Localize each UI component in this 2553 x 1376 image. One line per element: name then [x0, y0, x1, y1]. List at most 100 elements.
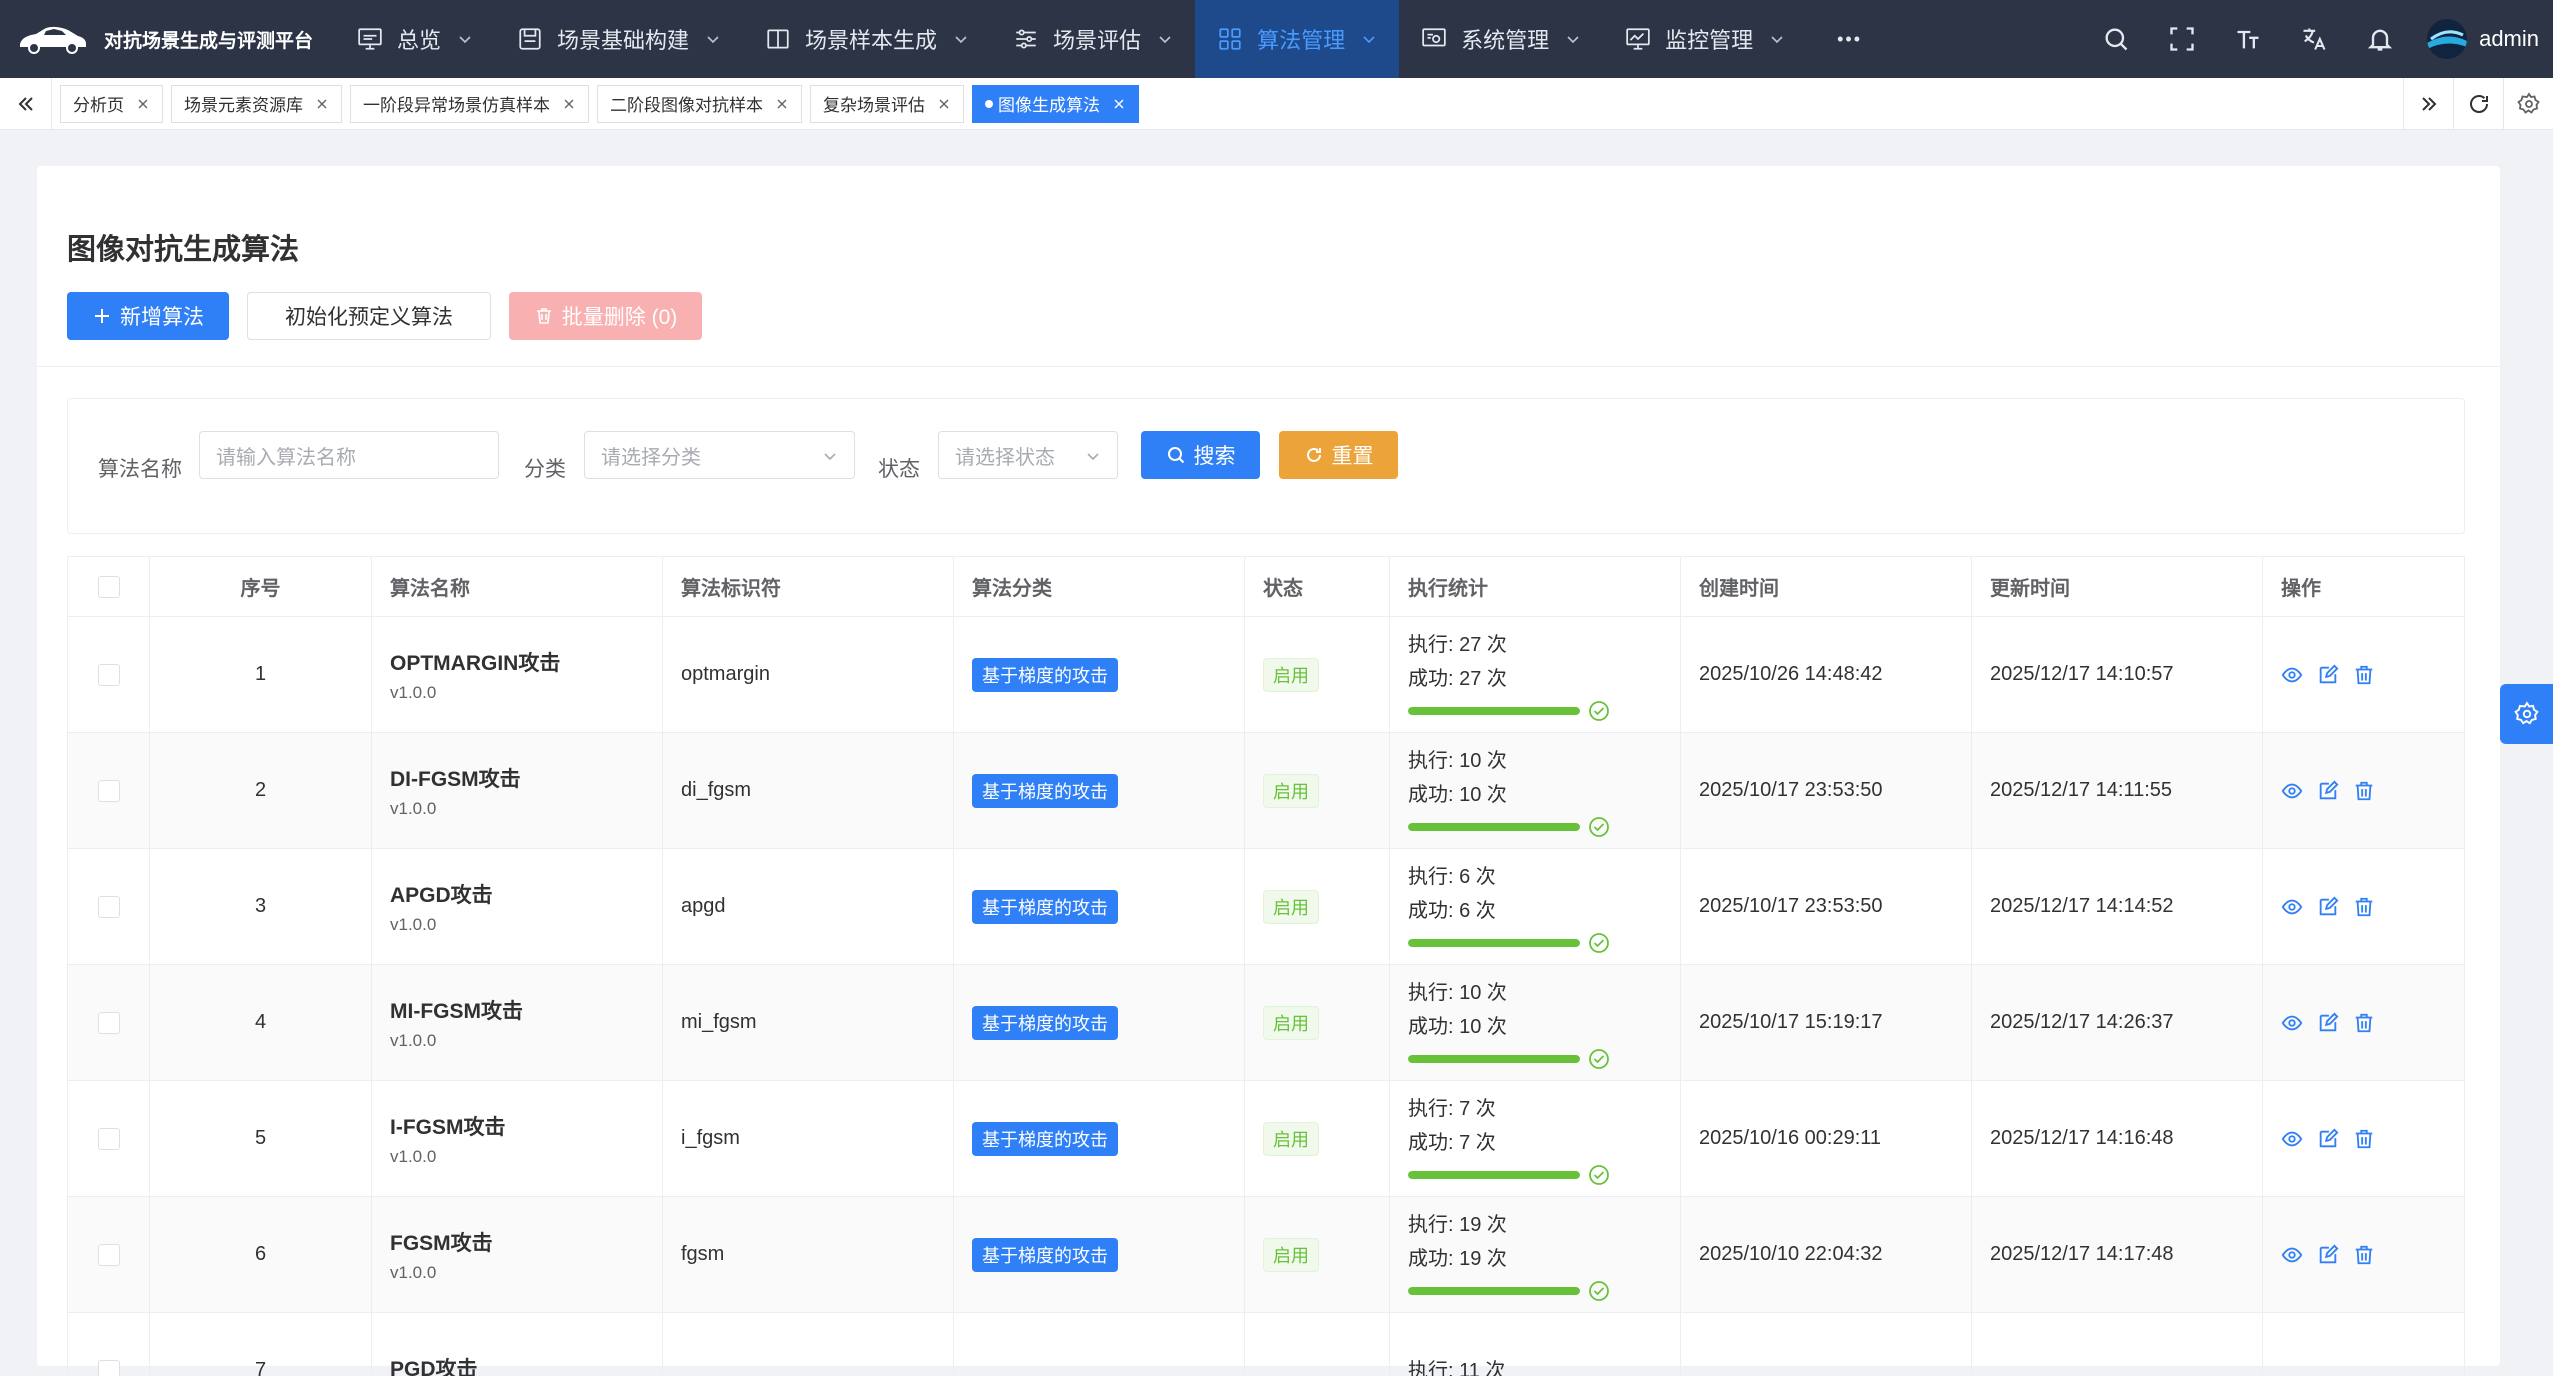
- row-index: 6: [150, 1197, 372, 1312]
- row-checkbox[interactable]: [98, 1012, 120, 1034]
- bell-icon: [2366, 25, 2394, 53]
- brand[interactable]: 对抗场景生成与评测平台: [0, 0, 335, 78]
- close-icon[interactable]: [937, 97, 951, 111]
- notification-button[interactable]: [2347, 0, 2413, 78]
- close-icon[interactable]: [775, 97, 789, 111]
- row-checkbox-cell: [68, 1081, 150, 1196]
- tab-analysis[interactable]: 分析页: [60, 85, 163, 123]
- row-identifier: [663, 1313, 954, 1376]
- status-tag: 启用: [1263, 774, 1319, 808]
- nav-item-scene-eval[interactable]: 场景评估: [991, 0, 1195, 78]
- gear-icon: [2514, 701, 2540, 727]
- view-icon[interactable]: [2281, 896, 2303, 918]
- nav-label: 总览: [397, 23, 441, 55]
- category-filter-select[interactable]: 请选择分类: [584, 431, 855, 479]
- tab-stage-two-samples[interactable]: 二阶段图像对抗样本: [597, 85, 802, 123]
- tabs-scroll-left[interactable]: [0, 78, 52, 130]
- floating-settings-button[interactable]: [2500, 684, 2553, 744]
- search-button[interactable]: 搜索: [1141, 431, 1260, 479]
- nav-label: 场景评估: [1053, 23, 1141, 55]
- font-size-button[interactable]: [2215, 0, 2281, 78]
- category-filter-placeholder: 请选择分类: [601, 441, 701, 470]
- select-all-checkbox[interactable]: [98, 576, 120, 598]
- row-checkbox-cell: [68, 1197, 150, 1312]
- nav-item-monitor-mgmt[interactable]: 监控管理: [1603, 0, 1807, 78]
- nav-item-overview[interactable]: 总览: [335, 0, 495, 78]
- gear-icon: [2517, 92, 2541, 116]
- delete-icon[interactable]: [2353, 780, 2375, 802]
- language-button[interactable]: [2281, 0, 2347, 78]
- edit-icon[interactable]: [2317, 664, 2339, 686]
- view-icon[interactable]: [2281, 1244, 2303, 1266]
- row-category-cell: 基于梯度的攻击: [954, 617, 1245, 732]
- status-filter-select[interactable]: 请选择状态: [938, 431, 1118, 479]
- row-created: 2025/10/17 23:53:50: [1681, 733, 1972, 848]
- user-name[interactable]: admin: [2479, 26, 2539, 52]
- close-icon[interactable]: [315, 97, 329, 111]
- delete-icon[interactable]: [2353, 664, 2375, 686]
- edit-icon[interactable]: [2317, 896, 2339, 918]
- tab-image-gen-algorithm[interactable]: 图像生成算法: [972, 85, 1139, 123]
- view-icon[interactable]: [2281, 1128, 2303, 1150]
- chevron-down-icon: [1769, 31, 1785, 47]
- table-row[interactable]: 1OPTMARGIN攻击v1.0.0optmargin基于梯度的攻击启用执行: …: [68, 617, 2465, 733]
- nav-label: 场景基础构建: [557, 23, 689, 55]
- row-checkbox[interactable]: [98, 896, 120, 918]
- row-checkbox[interactable]: [98, 664, 120, 686]
- divider: [37, 366, 2500, 367]
- edit-icon[interactable]: [2317, 1012, 2339, 1034]
- table-row[interactable]: 5I-FGSM攻击v1.0.0i_fgsm基于梯度的攻击启用执行: 7 次成功:…: [68, 1081, 2465, 1197]
- reset-button[interactable]: 重置: [1279, 431, 1398, 479]
- add-algorithm-button[interactable]: 新增算法: [67, 292, 229, 340]
- search-button[interactable]: [2083, 0, 2149, 78]
- tab-complex-eval[interactable]: 复杂场景评估: [810, 85, 964, 123]
- close-icon[interactable]: [1112, 97, 1126, 111]
- view-icon[interactable]: [2281, 664, 2303, 686]
- row-actions: [2281, 1012, 2389, 1034]
- nav-label: 系统管理: [1461, 23, 1549, 55]
- batch-delete-button[interactable]: 批量删除 (0): [509, 292, 702, 340]
- table-row[interactable]: 7PGD攻击执行: 11 次: [68, 1313, 2465, 1376]
- nav-item-system-mgmt[interactable]: 系统管理: [1399, 0, 1603, 78]
- view-icon[interactable]: [2281, 1012, 2303, 1034]
- table-row[interactable]: 2DI-FGSM攻击v1.0.0di_fgsm基于梯度的攻击启用执行: 10 次…: [68, 733, 2465, 849]
- view-icon[interactable]: [2281, 780, 2303, 802]
- row-checkbox[interactable]: [98, 1128, 120, 1150]
- init-predefined-button[interactable]: 初始化预定义算法: [247, 292, 491, 340]
- row-checkbox[interactable]: [98, 780, 120, 802]
- nav-item-algorithm-mgmt[interactable]: 算法管理: [1195, 0, 1399, 78]
- delete-icon[interactable]: [2353, 896, 2375, 918]
- row-checkbox-cell: [68, 617, 150, 732]
- delete-icon[interactable]: [2353, 1244, 2375, 1266]
- row-created: 2025/10/17 15:19:17: [1681, 965, 1972, 1080]
- table-row[interactable]: 4MI-FGSM攻击v1.0.0mi_fgsm基于梯度的攻击启用执行: 10 次…: [68, 965, 2465, 1081]
- tab-stage-one-samples[interactable]: 一阶段异常场景仿真样本: [350, 85, 589, 123]
- row-updated: [1972, 1313, 2263, 1376]
- edit-icon[interactable]: [2317, 1128, 2339, 1150]
- chevron-down-icon: [822, 448, 838, 464]
- nav-more-button[interactable]: •••: [1807, 0, 1892, 78]
- row-checkbox[interactable]: [98, 1360, 120, 1376]
- avatar[interactable]: [2427, 19, 2467, 59]
- nav-item-sample-gen[interactable]: 场景样本生成: [743, 0, 991, 78]
- tab-settings-button[interactable]: [2503, 78, 2553, 130]
- name-filter-input[interactable]: 请输入算法名称: [199, 431, 499, 479]
- fullscreen-button[interactable]: [2149, 0, 2215, 78]
- edit-icon[interactable]: [2317, 780, 2339, 802]
- algorithm-name: I-FGSM攻击: [390, 1111, 506, 1141]
- tabs-scroll-right[interactable]: [2403, 78, 2453, 130]
- close-icon[interactable]: [136, 97, 150, 111]
- edit-icon[interactable]: [2317, 1244, 2339, 1266]
- progress-track: [1408, 1171, 1580, 1179]
- table-row[interactable]: 6FGSM攻击v1.0.0fgsm基于梯度的攻击启用执行: 19 次成功: 19…: [68, 1197, 2465, 1313]
- nav-item-scene-build[interactable]: 场景基础构建: [495, 0, 743, 78]
- delete-icon[interactable]: [2353, 1012, 2375, 1034]
- delete-icon[interactable]: [2353, 1128, 2375, 1150]
- refresh-button[interactable]: [2453, 78, 2503, 130]
- table-row[interactable]: 3APGD攻击v1.0.0apgd基于梯度的攻击启用执行: 6 次成功: 6 次…: [68, 849, 2465, 965]
- tab-scene-resources[interactable]: 场景元素资源库: [171, 85, 342, 123]
- close-icon[interactable]: [562, 97, 576, 111]
- save-icon: [517, 26, 543, 52]
- row-identifier: mi_fgsm: [663, 965, 954, 1080]
- row-checkbox[interactable]: [98, 1244, 120, 1266]
